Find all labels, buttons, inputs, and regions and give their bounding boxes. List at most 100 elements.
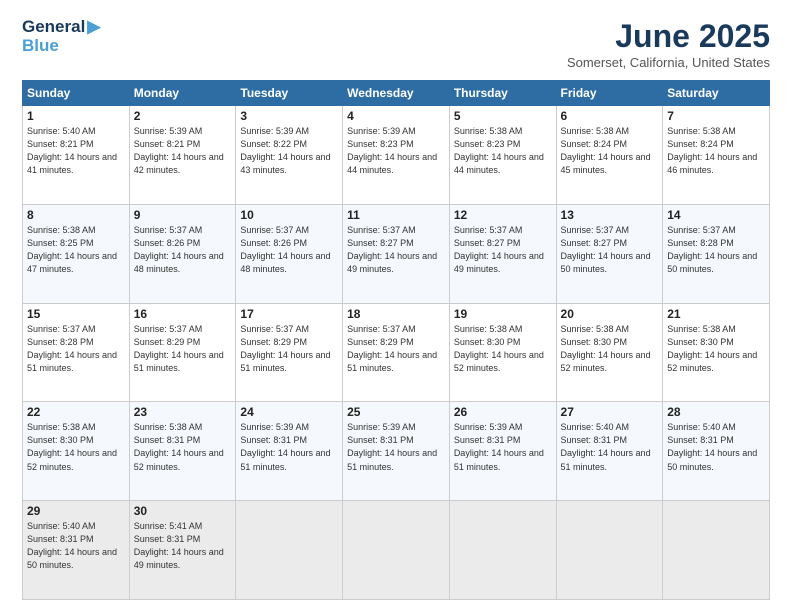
calendar-subtitle: Somerset, California, United States [567, 55, 770, 70]
calendar-week-1: 1 Sunrise: 5:40 AMSunset: 8:21 PMDayligh… [23, 106, 770, 205]
cell-details: Sunrise: 5:37 AMSunset: 8:26 PMDaylight:… [134, 225, 224, 274]
calendar-cell: 7 Sunrise: 5:38 AMSunset: 8:24 PMDayligh… [663, 106, 770, 205]
day-number: 28 [667, 405, 765, 419]
day-number: 20 [561, 307, 659, 321]
cell-details: Sunrise: 5:39 AMSunset: 8:31 PMDaylight:… [240, 422, 330, 471]
cell-details: Sunrise: 5:38 AMSunset: 8:30 PMDaylight:… [561, 324, 651, 373]
day-number: 19 [454, 307, 552, 321]
day-number: 13 [561, 208, 659, 222]
cell-details: Sunrise: 5:37 AMSunset: 8:29 PMDaylight:… [347, 324, 437, 373]
cell-details: Sunrise: 5:40 AMSunset: 8:21 PMDaylight:… [27, 126, 117, 175]
calendar-cell: 22 Sunrise: 5:38 AMSunset: 8:30 PMDaylig… [23, 402, 130, 501]
calendar-cell: 15 Sunrise: 5:37 AMSunset: 8:28 PMDaylig… [23, 303, 130, 402]
calendar-cell: 27 Sunrise: 5:40 AMSunset: 8:31 PMDaylig… [556, 402, 663, 501]
col-thursday: Thursday [449, 81, 556, 106]
day-number: 4 [347, 109, 445, 123]
cell-details: Sunrise: 5:37 AMSunset: 8:29 PMDaylight:… [240, 324, 330, 373]
cell-details: Sunrise: 5:39 AMSunset: 8:31 PMDaylight:… [347, 422, 437, 471]
page: General▶ Blue June 2025 Somerset, Califo… [0, 0, 792, 612]
calendar-table: Sunday Monday Tuesday Wednesday Thursday… [22, 80, 770, 600]
day-number: 6 [561, 109, 659, 123]
cell-details: Sunrise: 5:37 AMSunset: 8:27 PMDaylight:… [454, 225, 544, 274]
cell-details: Sunrise: 5:38 AMSunset: 8:30 PMDaylight:… [27, 422, 117, 471]
calendar-week-4: 22 Sunrise: 5:38 AMSunset: 8:30 PMDaylig… [23, 402, 770, 501]
day-number: 14 [667, 208, 765, 222]
cell-details: Sunrise: 5:38 AMSunset: 8:30 PMDaylight:… [667, 324, 757, 373]
logo: General▶ Blue [22, 18, 100, 55]
calendar-cell: 17 Sunrise: 5:37 AMSunset: 8:29 PMDaylig… [236, 303, 343, 402]
cell-details: Sunrise: 5:37 AMSunset: 8:28 PMDaylight:… [27, 324, 117, 373]
cell-details: Sunrise: 5:37 AMSunset: 8:27 PMDaylight:… [347, 225, 437, 274]
day-number: 29 [27, 504, 125, 518]
day-number: 8 [27, 208, 125, 222]
header-row: Sunday Monday Tuesday Wednesday Thursday… [23, 81, 770, 106]
day-number: 30 [134, 504, 232, 518]
day-number: 12 [454, 208, 552, 222]
calendar-cell: 19 Sunrise: 5:38 AMSunset: 8:30 PMDaylig… [449, 303, 556, 402]
day-number: 21 [667, 307, 765, 321]
day-number: 22 [27, 405, 125, 419]
calendar-cell: 10 Sunrise: 5:37 AMSunset: 8:26 PMDaylig… [236, 204, 343, 303]
calendar-cell: 25 Sunrise: 5:39 AMSunset: 8:31 PMDaylig… [343, 402, 450, 501]
calendar-cell: 18 Sunrise: 5:37 AMSunset: 8:29 PMDaylig… [343, 303, 450, 402]
calendar-cell: 1 Sunrise: 5:40 AMSunset: 8:21 PMDayligh… [23, 106, 130, 205]
calendar-cell: 11 Sunrise: 5:37 AMSunset: 8:27 PMDaylig… [343, 204, 450, 303]
day-number: 10 [240, 208, 338, 222]
col-saturday: Saturday [663, 81, 770, 106]
cell-details: Sunrise: 5:41 AMSunset: 8:31 PMDaylight:… [134, 521, 224, 570]
calendar-cell: 2 Sunrise: 5:39 AMSunset: 8:21 PMDayligh… [129, 106, 236, 205]
calendar-cell [449, 501, 556, 600]
cell-details: Sunrise: 5:38 AMSunset: 8:31 PMDaylight:… [134, 422, 224, 471]
calendar-cell [236, 501, 343, 600]
calendar-cell: 16 Sunrise: 5:37 AMSunset: 8:29 PMDaylig… [129, 303, 236, 402]
col-sunday: Sunday [23, 81, 130, 106]
cell-details: Sunrise: 5:38 AMSunset: 8:25 PMDaylight:… [27, 225, 117, 274]
day-number: 11 [347, 208, 445, 222]
day-number: 5 [454, 109, 552, 123]
calendar-week-5: 29 Sunrise: 5:40 AMSunset: 8:31 PMDaylig… [23, 501, 770, 600]
cell-details: Sunrise: 5:39 AMSunset: 8:22 PMDaylight:… [240, 126, 330, 175]
calendar-cell [663, 501, 770, 600]
cell-details: Sunrise: 5:37 AMSunset: 8:26 PMDaylight:… [240, 225, 330, 274]
logo-line1: General▶ [22, 18, 100, 37]
cell-details: Sunrise: 5:38 AMSunset: 8:23 PMDaylight:… [454, 126, 544, 175]
cell-details: Sunrise: 5:40 AMSunset: 8:31 PMDaylight:… [667, 422, 757, 471]
cell-details: Sunrise: 5:38 AMSunset: 8:24 PMDaylight:… [561, 126, 651, 175]
cell-details: Sunrise: 5:38 AMSunset: 8:24 PMDaylight:… [667, 126, 757, 175]
col-monday: Monday [129, 81, 236, 106]
day-number: 24 [240, 405, 338, 419]
calendar-cell: 14 Sunrise: 5:37 AMSunset: 8:28 PMDaylig… [663, 204, 770, 303]
calendar-cell: 21 Sunrise: 5:38 AMSunset: 8:30 PMDaylig… [663, 303, 770, 402]
day-number: 25 [347, 405, 445, 419]
day-number: 9 [134, 208, 232, 222]
day-number: 2 [134, 109, 232, 123]
title-area: June 2025 Somerset, California, United S… [567, 18, 770, 70]
calendar-cell: 3 Sunrise: 5:39 AMSunset: 8:22 PMDayligh… [236, 106, 343, 205]
day-number: 18 [347, 307, 445, 321]
calendar-cell: 28 Sunrise: 5:40 AMSunset: 8:31 PMDaylig… [663, 402, 770, 501]
calendar-cell: 26 Sunrise: 5:39 AMSunset: 8:31 PMDaylig… [449, 402, 556, 501]
calendar-cell: 9 Sunrise: 5:37 AMSunset: 8:26 PMDayligh… [129, 204, 236, 303]
cell-details: Sunrise: 5:39 AMSunset: 8:21 PMDaylight:… [134, 126, 224, 175]
calendar-cell: 6 Sunrise: 5:38 AMSunset: 8:24 PMDayligh… [556, 106, 663, 205]
calendar-cell: 12 Sunrise: 5:37 AMSunset: 8:27 PMDaylig… [449, 204, 556, 303]
cell-details: Sunrise: 5:40 AMSunset: 8:31 PMDaylight:… [561, 422, 651, 471]
calendar-cell: 8 Sunrise: 5:38 AMSunset: 8:25 PMDayligh… [23, 204, 130, 303]
cell-details: Sunrise: 5:37 AMSunset: 8:29 PMDaylight:… [134, 324, 224, 373]
cell-details: Sunrise: 5:38 AMSunset: 8:30 PMDaylight:… [454, 324, 544, 373]
cell-details: Sunrise: 5:37 AMSunset: 8:27 PMDaylight:… [561, 225, 651, 274]
calendar-cell: 23 Sunrise: 5:38 AMSunset: 8:31 PMDaylig… [129, 402, 236, 501]
day-number: 23 [134, 405, 232, 419]
calendar-cell: 24 Sunrise: 5:39 AMSunset: 8:31 PMDaylig… [236, 402, 343, 501]
col-friday: Friday [556, 81, 663, 106]
calendar-cell: 5 Sunrise: 5:38 AMSunset: 8:23 PMDayligh… [449, 106, 556, 205]
day-number: 26 [454, 405, 552, 419]
calendar-cell: 30 Sunrise: 5:41 AMSunset: 8:31 PMDaylig… [129, 501, 236, 600]
col-tuesday: Tuesday [236, 81, 343, 106]
calendar-cell: 4 Sunrise: 5:39 AMSunset: 8:23 PMDayligh… [343, 106, 450, 205]
cell-details: Sunrise: 5:37 AMSunset: 8:28 PMDaylight:… [667, 225, 757, 274]
col-wednesday: Wednesday [343, 81, 450, 106]
day-number: 15 [27, 307, 125, 321]
calendar-week-2: 8 Sunrise: 5:38 AMSunset: 8:25 PMDayligh… [23, 204, 770, 303]
calendar-body: 1 Sunrise: 5:40 AMSunset: 8:21 PMDayligh… [23, 106, 770, 600]
